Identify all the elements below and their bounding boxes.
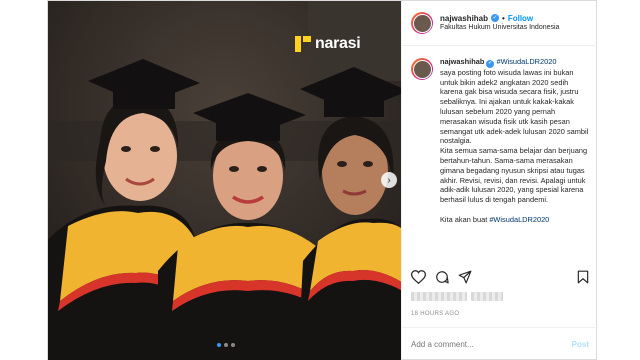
caption-text: najwashihab ✓ #WisudaLDR2020 saya postin… <box>440 57 590 259</box>
carousel-dots <box>217 343 235 347</box>
verified-badge-icon: ✓ <box>486 59 495 68</box>
caption-username[interactable]: najwashihab <box>440 57 484 66</box>
narasi-watermark: narasi <box>295 35 361 53</box>
share-icon[interactable] <box>458 270 472 289</box>
verified-badge-icon: ✓ <box>491 14 500 23</box>
caption-paragraph: Kita akan buat <box>440 214 490 224</box>
carousel-dot <box>231 343 235 347</box>
comment-input[interactable] <box>411 339 572 349</box>
post-sidebar: najwashihab ✓ • Follow Fakultas Hukum Un… <box>401 1 598 360</box>
chevron-right-icon: › <box>387 174 391 186</box>
narasi-logo-icon <box>295 36 311 52</box>
avatar[interactable] <box>411 58 433 80</box>
carousel-dot <box>217 343 221 347</box>
avatar[interactable] <box>411 12 433 34</box>
post-comment-button[interactable]: Post <box>572 340 589 349</box>
instagram-post: narasi › najwashihab ✓ • Follow Fakultas… <box>47 0 598 360</box>
separator-dot: • <box>502 13 505 23</box>
timestamp: 18 HOURS AGO <box>411 311 460 317</box>
location-link[interactable]: Fakultas Hukum Universitas Indonesia <box>440 24 559 32</box>
follow-button[interactable]: Follow <box>508 14 533 24</box>
post-header: najwashihab ✓ • Follow Fakultas Hukum Un… <box>402 1 597 46</box>
carousel-next-button[interactable]: › <box>381 172 397 188</box>
comment-box: Post <box>402 327 598 360</box>
comment-icon[interactable] <box>435 270 449 289</box>
caption-paragraph: saya posting foto wisuda lawas ini bukan… <box>440 67 589 146</box>
caption: najwashihab ✓ #WisudaLDR2020 saya postin… <box>402 47 598 259</box>
post-photo[interactable]: narasi › <box>48 1 401 360</box>
carousel-dot <box>224 343 228 347</box>
watermark-text: narasi <box>315 35 361 52</box>
graduation-photo-illustration <box>48 1 401 360</box>
heart-icon[interactable] <box>410 269 427 289</box>
username-link[interactable]: najwashihab <box>440 14 488 24</box>
likes-count-blurred <box>411 292 503 301</box>
bookmark-icon[interactable] <box>577 270 589 289</box>
action-bar <box>402 269 598 289</box>
hashtag-link[interactable]: #WisudaLDR2020 <box>496 57 556 66</box>
hashtag-link[interactable]: #WisudaLDR2020 <box>489 215 549 224</box>
caption-paragraph: Kita semua sama-sama belajar dan berjuan… <box>440 146 588 205</box>
